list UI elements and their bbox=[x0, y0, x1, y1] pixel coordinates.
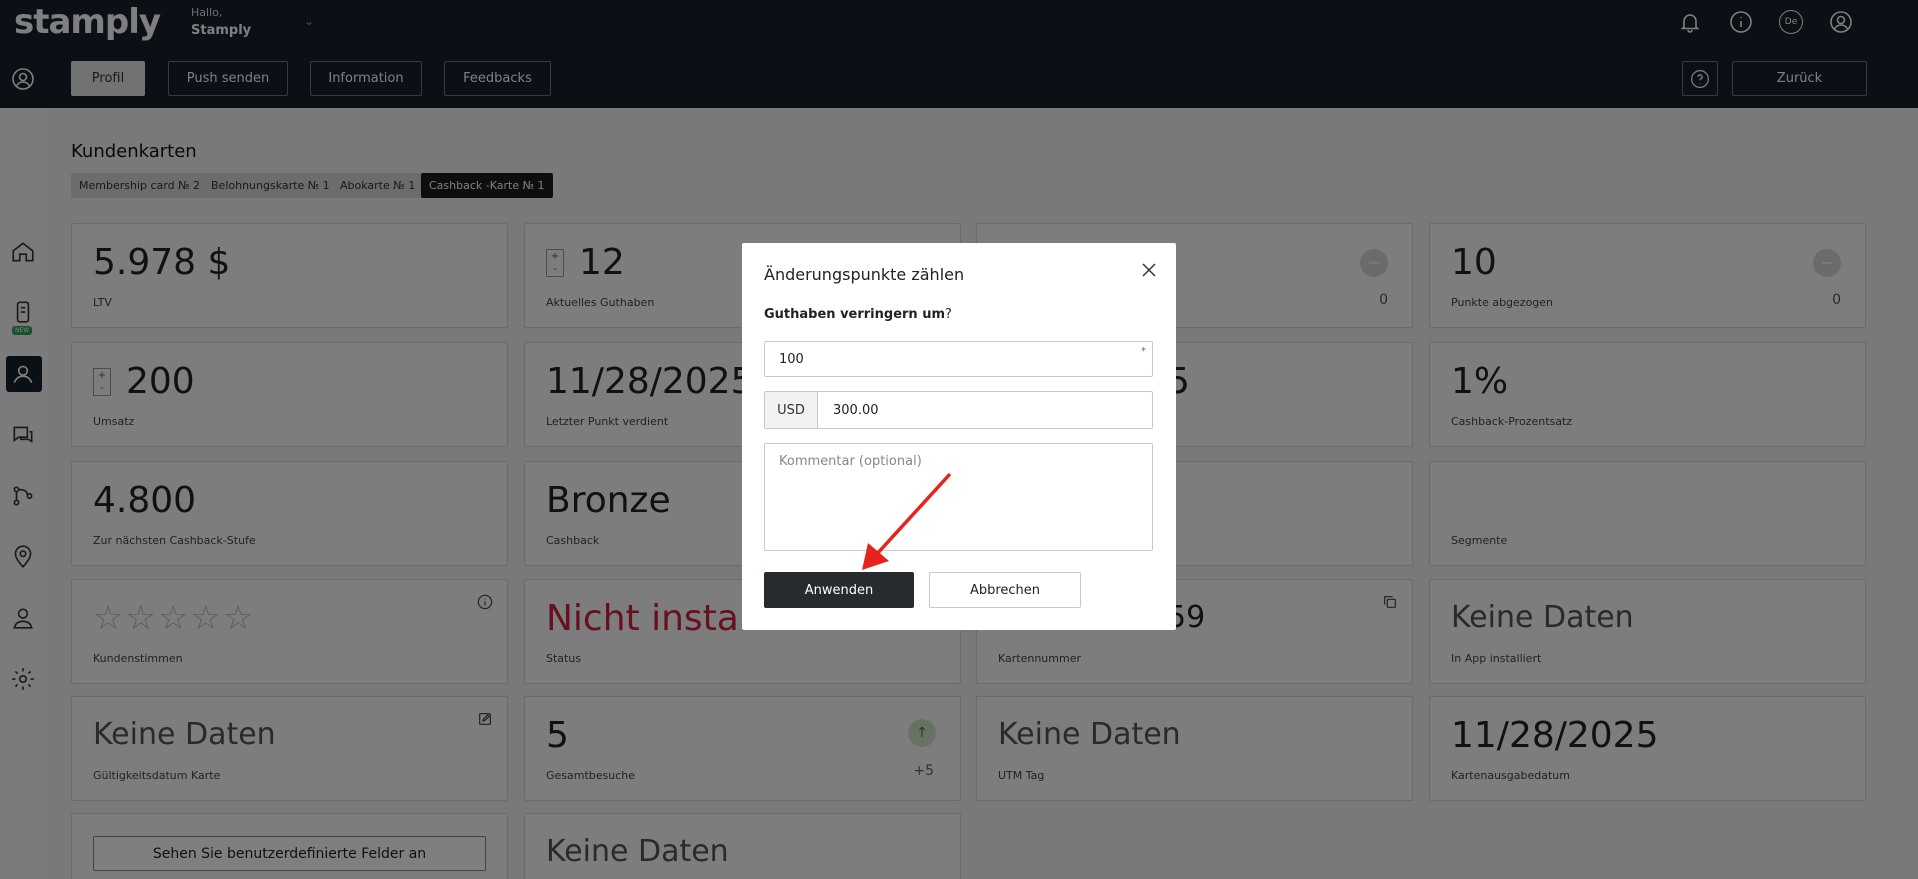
required-marker: * bbox=[1141, 346, 1146, 357]
currency-label: USD bbox=[764, 391, 818, 429]
points-input[interactable]: 100 * bbox=[764, 341, 1153, 377]
adjust-points-dialog: Änderungspunkte zählen Guthaben verringe… bbox=[742, 243, 1176, 630]
comment-textarea[interactable]: Kommentar (optional) bbox=[764, 443, 1153, 551]
dialog-title: Änderungspunkte zählen bbox=[764, 265, 965, 284]
close-icon[interactable] bbox=[1140, 261, 1158, 279]
dialog-question: Guthaben verringern um? bbox=[764, 307, 952, 322]
points-value: 100 bbox=[779, 351, 804, 367]
cancel-button[interactable]: Abbrechen bbox=[929, 572, 1081, 608]
question-text: Guthaben verringern um bbox=[764, 307, 946, 322]
amount-input[interactable]: 300.00 bbox=[818, 391, 1153, 429]
question-mark: ? bbox=[945, 307, 952, 322]
apply-button[interactable]: Anwenden bbox=[764, 572, 914, 608]
